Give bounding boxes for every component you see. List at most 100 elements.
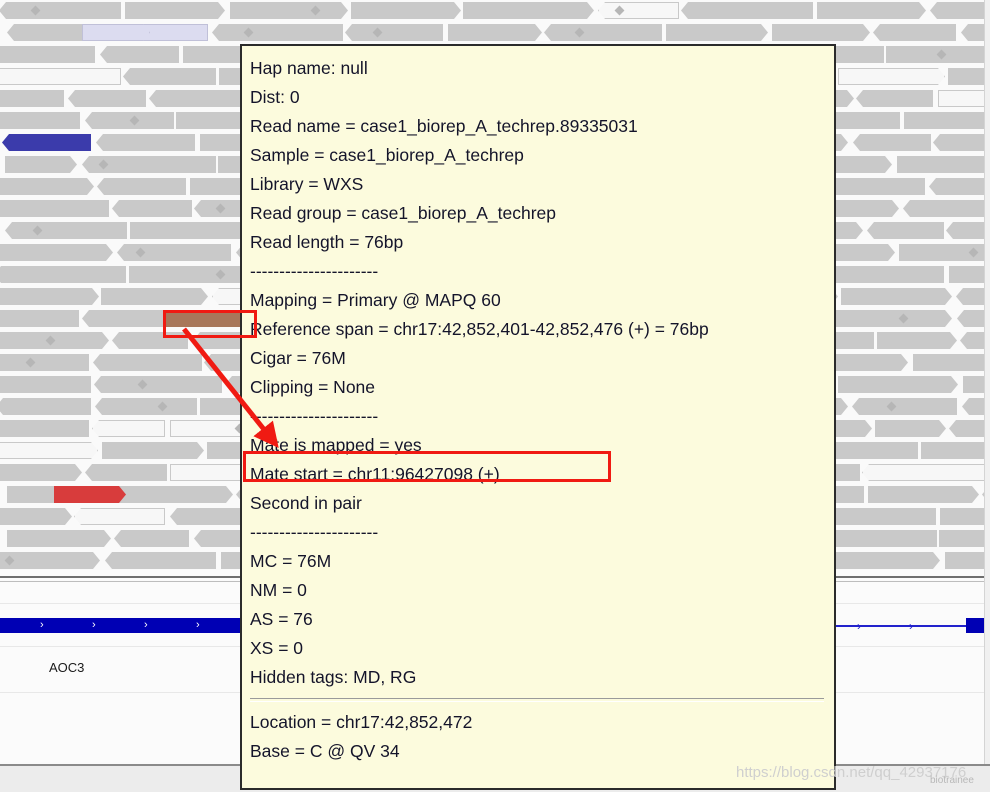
alignment-read[interactable] bbox=[938, 90, 990, 107]
alignment-read[interactable] bbox=[875, 420, 946, 437]
alignment-read[interactable] bbox=[0, 398, 91, 415]
read-info-popup[interactable]: Hap name: null Dist: 0 Read name = case1_b… bbox=[240, 44, 836, 790]
alignment-read[interactable] bbox=[873, 24, 956, 41]
alignment-read[interactable] bbox=[0, 508, 72, 525]
alignment-read[interactable] bbox=[0, 266, 126, 283]
alignment-read[interactable] bbox=[351, 2, 461, 19]
alignment-read[interactable] bbox=[117, 244, 231, 261]
alignment-read[interactable] bbox=[772, 24, 870, 41]
alignment-read[interactable] bbox=[877, 332, 957, 349]
popup-dash-divider: ---------------------- bbox=[250, 261, 379, 281]
alignment-read[interactable] bbox=[681, 2, 813, 19]
alignment-read[interactable] bbox=[0, 552, 100, 569]
gene-exon-aoc3[interactable] bbox=[0, 618, 245, 633]
popup-field-line: AS = 76 bbox=[250, 609, 313, 629]
alignment-read[interactable] bbox=[100, 46, 179, 63]
alignment-read[interactable] bbox=[125, 2, 225, 19]
alignment-read[interactable] bbox=[853, 134, 931, 151]
alignment-read[interactable] bbox=[940, 508, 990, 525]
popup-field-line: Hidden tags: MD, RG bbox=[250, 667, 417, 687]
alignment-read[interactable] bbox=[0, 244, 113, 261]
gene-strand-arrow-icon: › bbox=[92, 619, 96, 631]
alignment-read[interactable] bbox=[904, 112, 990, 129]
popup-field-line: Library = WXS bbox=[250, 174, 364, 194]
alignment-read-lavender[interactable] bbox=[82, 24, 150, 41]
alignment-read[interactable] bbox=[824, 310, 952, 327]
vertical-scrollbar[interactable] bbox=[984, 0, 990, 764]
gene-strand-arrow-icon: › bbox=[857, 619, 861, 633]
alignment-read[interactable] bbox=[112, 332, 188, 349]
alignment-read[interactable] bbox=[101, 288, 208, 305]
alignment-read[interactable] bbox=[933, 134, 990, 151]
alignment-read[interactable] bbox=[0, 288, 99, 305]
alignment-read[interactable] bbox=[448, 24, 542, 41]
alignment-read[interactable] bbox=[68, 90, 146, 107]
alignment-read[interactable] bbox=[666, 24, 768, 41]
alignment-read-blue[interactable] bbox=[4, 134, 82, 151]
popup-field-line: Mate start = chr11:96427098 (+) bbox=[250, 464, 500, 484]
gene-strand-arrow-icon: › bbox=[40, 619, 44, 631]
alignment-read[interactable] bbox=[939, 530, 990, 547]
watermark-brand: biotrainee bbox=[930, 775, 974, 786]
alignment-read[interactable] bbox=[852, 398, 957, 415]
alignment-read[interactable] bbox=[0, 68, 121, 85]
alignment-read[interactable] bbox=[0, 376, 91, 393]
alignment-read[interactable] bbox=[867, 222, 944, 239]
alignment-read[interactable] bbox=[0, 420, 89, 437]
alignment-read[interactable] bbox=[838, 68, 945, 85]
alignment-read[interactable] bbox=[463, 2, 594, 19]
alignment-read[interactable] bbox=[93, 354, 202, 371]
alignment-read[interactable] bbox=[0, 2, 121, 19]
alignment-read[interactable] bbox=[105, 552, 216, 569]
alignment-read[interactable] bbox=[0, 46, 95, 63]
alignment-read[interactable] bbox=[544, 24, 662, 41]
alignment-read[interactable] bbox=[97, 178, 186, 195]
alignment-read[interactable] bbox=[123, 68, 216, 85]
popup-dash-divider: ---------------------- bbox=[250, 522, 379, 542]
popup-field-line: Cigar = 76M bbox=[250, 348, 346, 368]
alignment-read[interactable] bbox=[95, 398, 197, 415]
alignment-read[interactable] bbox=[897, 156, 990, 173]
alignment-read[interactable] bbox=[0, 200, 109, 217]
alignment-read[interactable] bbox=[212, 24, 343, 41]
alignment-read[interactable] bbox=[929, 178, 990, 195]
popup-field-line: MC = 76M bbox=[250, 551, 332, 571]
alignment-read[interactable] bbox=[129, 266, 248, 283]
alignment-read[interactable] bbox=[0, 112, 80, 129]
alignment-read[interactable] bbox=[862, 464, 990, 481]
alignment-read[interactable] bbox=[96, 134, 195, 151]
alignment-read[interactable] bbox=[74, 508, 165, 525]
alignment-read[interactable] bbox=[856, 90, 933, 107]
popup-field-line: Second in pair bbox=[250, 493, 362, 513]
alignment-read[interactable] bbox=[5, 156, 77, 173]
alignment-read[interactable] bbox=[903, 200, 990, 217]
alignment-read[interactable] bbox=[112, 200, 192, 217]
alignment-read[interactable] bbox=[868, 486, 979, 503]
alignment-read[interactable] bbox=[94, 376, 222, 393]
alignment-read[interactable] bbox=[817, 2, 926, 19]
alignment-read[interactable] bbox=[921, 442, 990, 459]
alignment-read[interactable] bbox=[85, 464, 167, 481]
gene-strand-arrow-icon: › bbox=[144, 619, 148, 631]
alignment-read[interactable] bbox=[841, 288, 952, 305]
alignment-read[interactable] bbox=[0, 310, 79, 327]
alignment-read[interactable] bbox=[833, 552, 940, 569]
alignment-read[interactable] bbox=[0, 464, 82, 481]
alignment-read[interactable] bbox=[5, 222, 127, 239]
alignment-read[interactable] bbox=[913, 354, 990, 371]
popup-field-line: XS = 0 bbox=[250, 638, 304, 658]
alignment-read-red[interactable] bbox=[54, 486, 126, 503]
alignment-read[interactable] bbox=[92, 420, 165, 437]
alignment-read[interactable] bbox=[0, 354, 89, 371]
alignment-read[interactable] bbox=[0, 90, 64, 107]
alignment-read[interactable] bbox=[838, 376, 958, 393]
alignment-read[interactable] bbox=[0, 442, 98, 459]
alignment-read[interactable] bbox=[230, 2, 348, 19]
alignment-read[interactable] bbox=[7, 530, 111, 547]
alignment-read[interactable] bbox=[0, 178, 94, 195]
alignment-read[interactable] bbox=[345, 24, 443, 41]
alignment-read[interactable] bbox=[102, 442, 204, 459]
alignment-read[interactable] bbox=[114, 530, 189, 547]
alignment-read[interactable] bbox=[930, 2, 990, 19]
alignment-read[interactable] bbox=[598, 2, 679, 19]
